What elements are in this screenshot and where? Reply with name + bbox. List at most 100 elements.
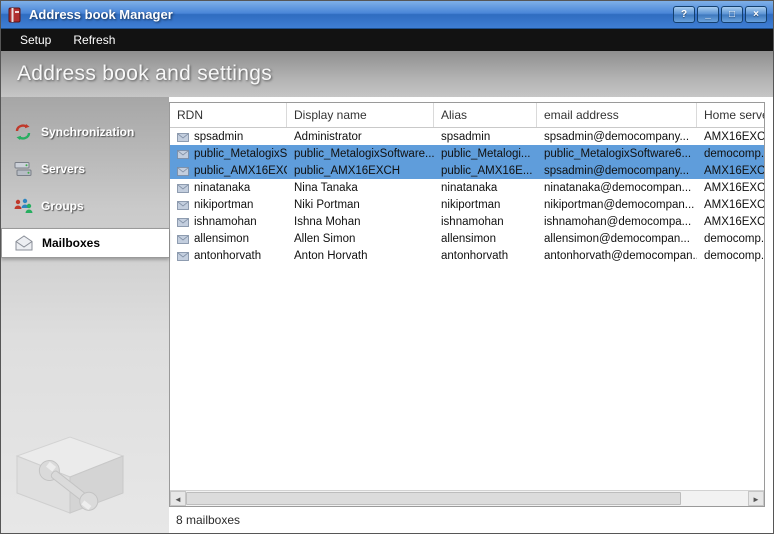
- sidebar-item-label: Synchronization: [41, 125, 134, 139]
- cell-text: spsadmin: [194, 131, 243, 143]
- cell-text: public_AMX16EXCH: [194, 165, 287, 177]
- cell-email: allensimon@democompan...: [537, 230, 697, 247]
- cell-email: spsadmin@democompany...: [537, 162, 697, 179]
- column-header-home-server[interactable]: Home server: [697, 103, 764, 127]
- cell-text: Nina Tanaka: [294, 182, 358, 194]
- cell-text: AMX16EXCH: [704, 131, 764, 143]
- mailbox-table: RDN Display name Alias email address Hom…: [169, 102, 765, 507]
- scroll-right-arrow[interactable]: ►: [748, 491, 764, 506]
- cell-display-name: Administrator: [287, 128, 434, 145]
- cell-rdn: ishnamohan: [170, 213, 287, 230]
- cell-rdn: nikiportman: [170, 196, 287, 213]
- cell-text: Administrator: [294, 131, 362, 143]
- window-body: Synchronization Servers: [1, 97, 773, 533]
- column-header-alias[interactable]: Alias: [434, 103, 537, 127]
- cell-display-name: public_AMX16EXCH: [287, 162, 434, 179]
- cell-text: nikiportman: [194, 199, 253, 211]
- table-row[interactable]: public_MetalogixS...public_MetalogixSoft…: [170, 145, 764, 162]
- servers-icon: [13, 160, 33, 178]
- minimize-button[interactable]: _: [697, 6, 719, 23]
- cell-home-server: democomp...: [697, 247, 764, 264]
- mailbox-row-icon: [177, 217, 189, 227]
- cell-home-server: democomp...: [697, 230, 764, 247]
- table-row[interactable]: ishnamohan Ishna Mohan ishnamohan ishnamoha…: [170, 213, 764, 230]
- mailbox-icon: [14, 234, 34, 252]
- table-header-row: RDN Display name Alias email address Hom…: [170, 103, 764, 128]
- statusbar: 8 mailboxes: [169, 507, 765, 533]
- table-row[interactable]: ninatanaka Nina Tanaka ninatanaka ninatanak…: [170, 179, 764, 196]
- table-row[interactable]: nikiportmanNiki Portmannikiportmannikipo…: [170, 196, 764, 213]
- cell-text: nikiportman: [441, 199, 500, 211]
- cell-text: allensimon@democompan...: [544, 233, 690, 245]
- cell-email: spsadmin@democompany...: [537, 128, 697, 145]
- cell-home-server: AMX16EXCH: [697, 162, 764, 179]
- window-title: Address book Manager: [29, 7, 667, 22]
- mailbox-row-icon: [177, 149, 189, 159]
- sidebar-item-servers[interactable]: Servers: [1, 154, 169, 184]
- cell-email: nikiportman@democompan...: [537, 196, 697, 213]
- cell-alias: ninatanaka: [434, 179, 537, 196]
- mailbox-row-icon: [177, 234, 189, 244]
- scrollbar-thumb[interactable]: [186, 492, 681, 505]
- help-button[interactable]: ?: [673, 6, 695, 23]
- table-row[interactable]: public_AMX16EXCHpublic_AMX16EXCH public_A…: [170, 162, 764, 179]
- cell-alias: ishnamohan: [434, 213, 537, 230]
- cell-text: public_AMX16E...: [441, 165, 532, 177]
- cell-display-name: public_MetalogixSoftware...: [287, 145, 434, 162]
- sidebar-item-mailboxes[interactable]: Mailboxes: [1, 228, 169, 258]
- column-header-display-name[interactable]: Display name: [287, 103, 434, 127]
- cell-text: antonhorvath@democompan...: [544, 250, 697, 262]
- cell-text: antonhorvath: [441, 250, 508, 262]
- close-button[interactable]: ×: [745, 6, 767, 23]
- cell-email: public_MetalogixSoftware6...: [537, 145, 697, 162]
- cell-rdn: allensimon: [170, 230, 287, 247]
- sync-icon: [13, 123, 33, 141]
- sidebar-item-label: Groups: [41, 199, 84, 213]
- menu-setup[interactable]: Setup: [9, 29, 62, 51]
- table-row[interactable]: allensimonAllen Simonallensimonallensimo…: [170, 230, 764, 247]
- cell-text: spsadmin@democompany...: [544, 165, 689, 177]
- sidebar-item-label: Mailboxes: [42, 236, 100, 250]
- address-book-manager-window: Address book Manager ? _ □ × Setup Refre…: [0, 0, 774, 534]
- mailbox-count: 8 mailboxes: [176, 513, 240, 527]
- scrollbar-track[interactable]: [186, 491, 748, 506]
- cell-text: democomp...: [704, 250, 764, 262]
- sidebar-item-groups[interactable]: Groups: [1, 191, 169, 221]
- cell-home-server: AMX16EXCH: [697, 213, 764, 230]
- mailbox-row-icon: [177, 251, 189, 261]
- sidebar-item-synchronization[interactable]: Synchronization: [1, 117, 169, 147]
- column-header-rdn[interactable]: RDN: [170, 103, 287, 127]
- menubar: Setup Refresh: [1, 29, 773, 51]
- cell-text: Ishna Mohan: [294, 216, 361, 228]
- titlebar[interactable]: Address book Manager ? _ □ ×: [1, 1, 773, 29]
- groups-icon: [13, 197, 33, 215]
- cell-text: ishnamohan@democompa...: [544, 216, 691, 228]
- cell-text: public_Metalogi...: [441, 148, 531, 160]
- horizontal-scrollbar[interactable]: ◄ ►: [170, 490, 764, 506]
- cell-text: public_MetalogixS...: [194, 148, 287, 160]
- cell-text: ninatanaka: [441, 182, 497, 194]
- mailbox-row-icon: [177, 166, 189, 176]
- cell-text: ninatanaka@democompan...: [544, 182, 691, 194]
- cell-alias: spsadmin: [434, 128, 537, 145]
- menu-refresh[interactable]: Refresh: [62, 29, 126, 51]
- maximize-button[interactable]: □: [721, 6, 743, 23]
- main-panel: RDN Display name Alias email address Hom…: [169, 97, 773, 533]
- cell-alias: antonhorvath: [434, 247, 537, 264]
- cell-rdn: ninatanaka: [170, 179, 287, 196]
- column-header-email-address[interactable]: email address: [537, 103, 697, 127]
- cell-display-name: Ishna Mohan: [287, 213, 434, 230]
- scroll-left-arrow[interactable]: ◄: [170, 491, 186, 506]
- table-row[interactable]: antonhorvathAnton Horvathantonhorvathant…: [170, 247, 764, 264]
- page-title: Address book and settings: [17, 62, 272, 86]
- cell-text: Allen Simon: [294, 233, 355, 245]
- page-header: Address book and settings: [1, 51, 773, 97]
- cell-email: ishnamohan@democompa...: [537, 213, 697, 230]
- cell-rdn: public_MetalogixS...: [170, 145, 287, 162]
- table-row[interactable]: spsadmin Administrator spsadmin spsadmin@de…: [170, 128, 764, 145]
- cell-display-name: Allen Simon: [287, 230, 434, 247]
- cell-text: ishnamohan: [441, 216, 504, 228]
- cell-text: spsadmin@democompany...: [544, 131, 689, 143]
- mailbox-row-icon: [177, 183, 189, 193]
- toolbox-watermark-graphic: [5, 401, 135, 531]
